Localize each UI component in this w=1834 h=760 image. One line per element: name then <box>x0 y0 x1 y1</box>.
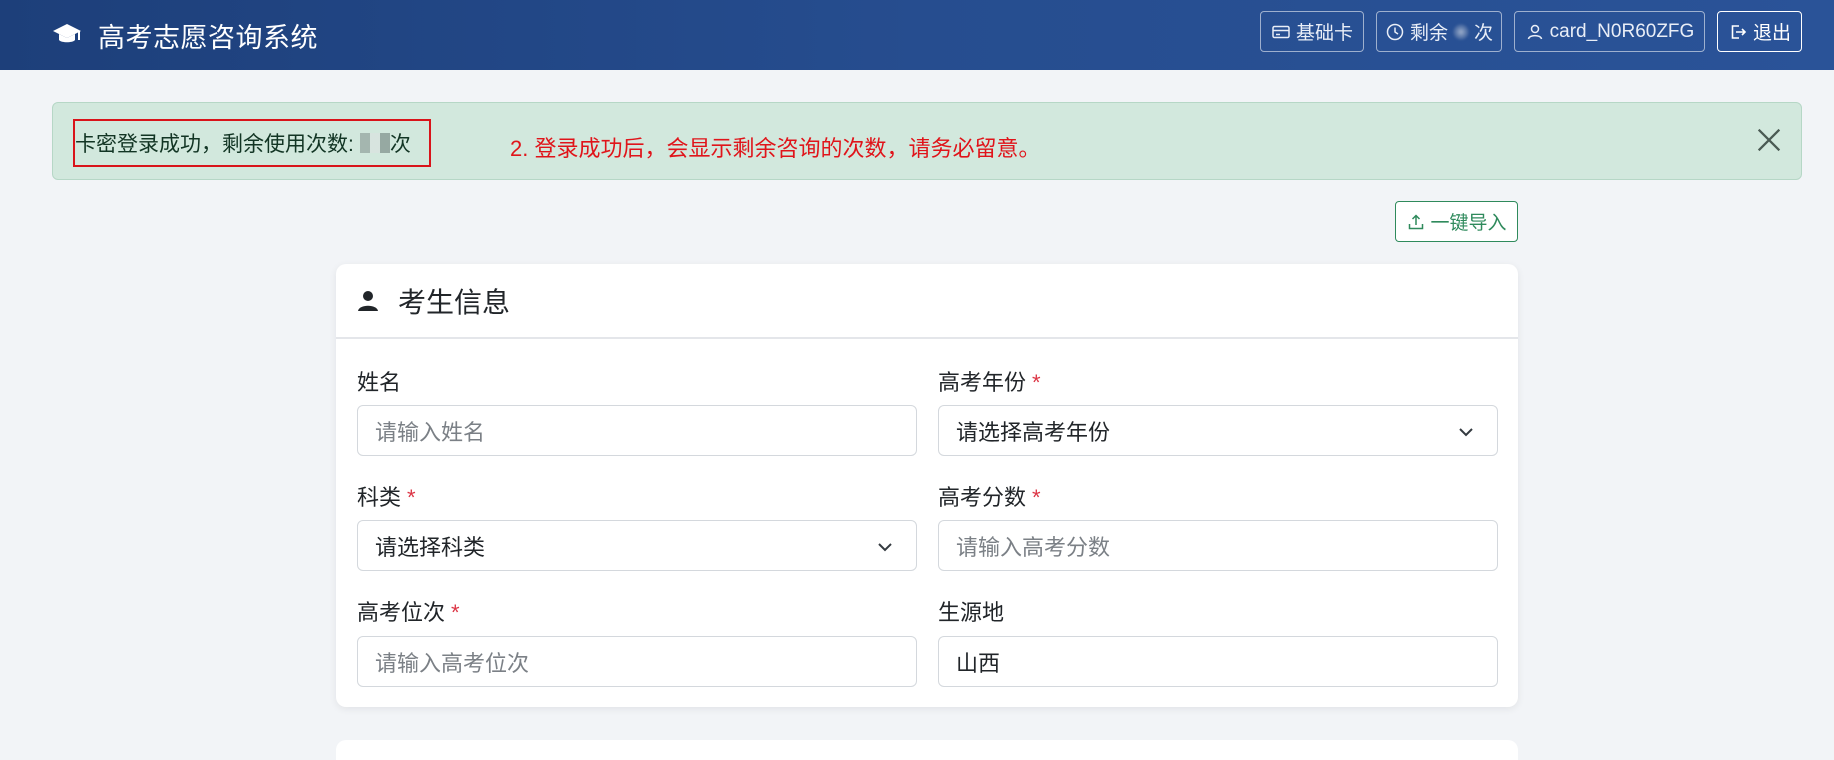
annotation-note: 2. 登录成功后，会显示剩余咨询的次数，请务必留意。 <box>510 136 1041 161</box>
alert-message-suffix: 次 <box>389 133 411 156</box>
app-title: 高考志愿咨询系统 <box>98 22 318 53</box>
remaining-count-button[interactable]: 剩余 次 <box>1376 11 1502 52</box>
next-card-edge <box>336 740 1518 760</box>
rank-placeholder: 请输入高考位次 <box>375 650 530 676</box>
clock-icon <box>1386 23 1404 40</box>
rank-input[interactable]: 请输入高考位次 <box>357 636 917 687</box>
score-label: 高考分数 * <box>938 480 1041 512</box>
required-mark: * <box>407 485 416 510</box>
subject-label: 科类 * <box>357 480 416 512</box>
name-label-text: 姓名 <box>357 370 402 395</box>
card-header: 考生信息 <box>336 264 1518 339</box>
chevron-down-icon <box>1459 428 1473 437</box>
logout-label: 退出 <box>1752 23 1791 44</box>
required-mark: * <box>451 600 460 625</box>
required-mark: * <box>1032 485 1041 510</box>
subject-select[interactable]: 请选择科类 <box>357 520 917 571</box>
origin-label: 生源地 <box>938 595 1004 627</box>
origin-value: 山西 <box>956 650 1001 676</box>
user-icon <box>1527 24 1542 39</box>
remaining-suffix: 次 <box>1473 23 1493 44</box>
brand[interactable]: 高考志愿咨询系统 <box>52 0 318 70</box>
score-label-text: 高考分数 <box>938 485 1027 510</box>
chevron-down-icon <box>878 543 892 552</box>
student-info-card: 考生信息 姓名 请输入姓名 高考年份 * 请选择高考年份 科类 * 请选择科类 高考… <box>336 264 1518 707</box>
origin-label-text: 生源地 <box>938 600 1005 625</box>
close-icon <box>1757 128 1781 152</box>
alert-message-highlight: 卡密登录成功，剩余使用次数: 次 <box>73 119 431 167</box>
name-input[interactable]: 请输入姓名 <box>357 405 917 456</box>
graduation-cap-icon <box>52 22 82 48</box>
required-mark: * <box>1032 370 1041 395</box>
name-label: 姓名 <box>357 365 401 397</box>
subject-label-text: 科类 <box>357 485 402 510</box>
year-select[interactable]: 请选择高考年份 <box>938 405 1498 456</box>
import-label: 一键导入 <box>1430 213 1507 234</box>
user-card-button[interactable]: card_N0R60ZFG <box>1514 11 1705 52</box>
remaining-count-mosaic <box>359 133 390 153</box>
person-icon <box>358 290 378 311</box>
rank-label: 高考位次 * <box>357 595 460 627</box>
card-id-label: card_N0R60ZFG <box>1549 20 1695 42</box>
remaining-prefix: 剩余 <box>1410 23 1449 44</box>
close-alert-button[interactable] <box>1753 124 1785 156</box>
score-placeholder: 请输入高考分数 <box>956 534 1111 560</box>
card-icon <box>1272 25 1290 38</box>
card-title: 考生信息 <box>398 286 511 318</box>
score-input[interactable]: 请输入高考分数 <box>938 520 1498 571</box>
subject-select-value: 请选择科类 <box>375 534 486 560</box>
year-label: 高考年份 * <box>938 365 1041 397</box>
upload-icon <box>1409 213 1424 229</box>
card-type-button[interactable]: 基础卡 <box>1260 11 1364 52</box>
origin-input[interactable]: 山西 <box>938 636 1498 687</box>
card-type-label: 基础卡 <box>1295 23 1353 44</box>
remaining-count-redacted <box>1453 23 1469 40</box>
rank-label-text: 高考位次 <box>357 600 446 625</box>
logout-button[interactable]: 退出 <box>1717 11 1802 52</box>
top-navbar: 高考志愿咨询系统 基础卡 剩余 次 card_N0R60ZFG 退出 <box>0 0 1834 70</box>
year-label-text: 高考年份 <box>938 370 1027 395</box>
name-placeholder: 请输入姓名 <box>375 419 486 445</box>
alert-message-prefix: 卡密登录成功，剩余使用次数: <box>75 133 354 156</box>
one-click-import-button[interactable]: 一键导入 <box>1395 201 1518 242</box>
logout-icon <box>1731 24 1747 39</box>
year-select-value: 请选择高考年份 <box>956 419 1111 445</box>
